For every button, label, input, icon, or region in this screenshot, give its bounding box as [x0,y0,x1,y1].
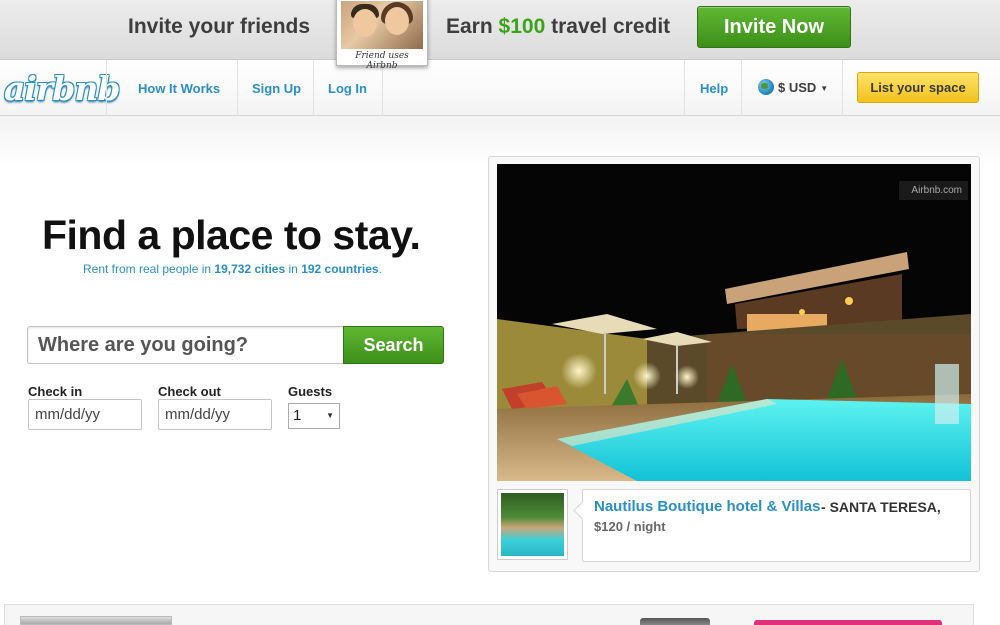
countries-count: 192 countries [301,262,379,276]
nav-log-in-link[interactable]: Log In [328,81,367,96]
bottom-thumbnail-image [20,616,172,625]
promo-invite-text: Invite your friends [128,15,311,38]
subtitle-mid: in [288,262,298,276]
nav-divider [684,60,685,116]
earn-amount: $100 [498,15,546,38]
friends-polaroid-image: Friend uses Airbnb [336,0,428,71]
subtitle-suffix: . [378,262,382,276]
bottom-dark-image [640,618,710,625]
nav-divider [237,60,238,116]
listing-location: - SANTA TERESA, [821,499,941,515]
nav-divider [313,60,314,116]
nav-divider [842,60,843,116]
invite-now-button[interactable]: Invite Now [697,6,851,48]
polaroid-caption: Friend uses Airbnb [355,51,409,71]
nav-sign-up-link[interactable]: Sign Up [252,81,301,96]
listing-name-link[interactable]: Nautilus Boutique hotel & Villas [594,498,820,515]
list-your-space-button[interactable]: List your space [857,72,979,103]
destination-search-input[interactable] [27,326,345,364]
currency-label: $ USD [778,80,817,95]
check-in-label: Check in [28,384,83,399]
featured-listing-photo[interactable]: Airbnb.com [497,164,971,481]
search-button[interactable]: Search [343,326,444,364]
chevron-down-icon: ▼ [326,411,334,420]
subtitle-prefix: Rent from real people in [83,262,212,276]
cities-count: 19,732 cities [214,262,286,276]
friends-photo [341,1,423,49]
page-title: Find a place to stay. [42,212,421,258]
promo-earn-text: Earn $100 travel credit [446,15,670,39]
pool-night-scene-image [497,164,971,481]
hero-subtitle: Rent from real people in 19,732 cities i… [83,262,382,276]
chevron-down-icon: ▼ [820,84,829,93]
guests-value: 1 [293,407,302,424]
nav-how-it-works-link[interactable]: How It Works [138,81,220,96]
guests-label: Guests [288,384,333,399]
nav-divider [741,60,742,116]
currency-selector[interactable]: $ USD ▼ [758,79,828,95]
listing-caption: Nautilus Boutique hotel & Villas - SANTA… [582,489,971,562]
listing-thumbnail[interactable] [497,489,568,560]
top-nav-bar: airbnb How It Works Sign Up Log In Help … [0,60,1000,116]
globe-icon [758,79,774,95]
bottom-pink-button[interactable] [754,620,942,625]
listing-location-text: SANTA TERESA, [829,499,941,515]
check-out-label: Check out [158,384,221,399]
nav-help-link[interactable]: Help [700,81,728,96]
check-in-date-input[interactable] [28,399,142,430]
invite-promo-banner: Invite your friends Friend uses Airbnb E… [0,0,1000,71]
airbnb-logo[interactable]: airbnb [4,69,120,108]
earn-suffix: travel credit [551,15,671,38]
nav-divider [106,60,107,116]
listing-thumbnail-image [501,493,564,556]
photo-watermark: Airbnb.com [899,181,968,200]
listing-price: $120 / night [594,519,666,534]
check-out-date-input[interactable] [158,399,272,430]
earn-prefix: Earn [446,15,493,38]
guests-select[interactable]: 1 ▼ [288,403,340,429]
listing-separator: - [821,499,830,515]
